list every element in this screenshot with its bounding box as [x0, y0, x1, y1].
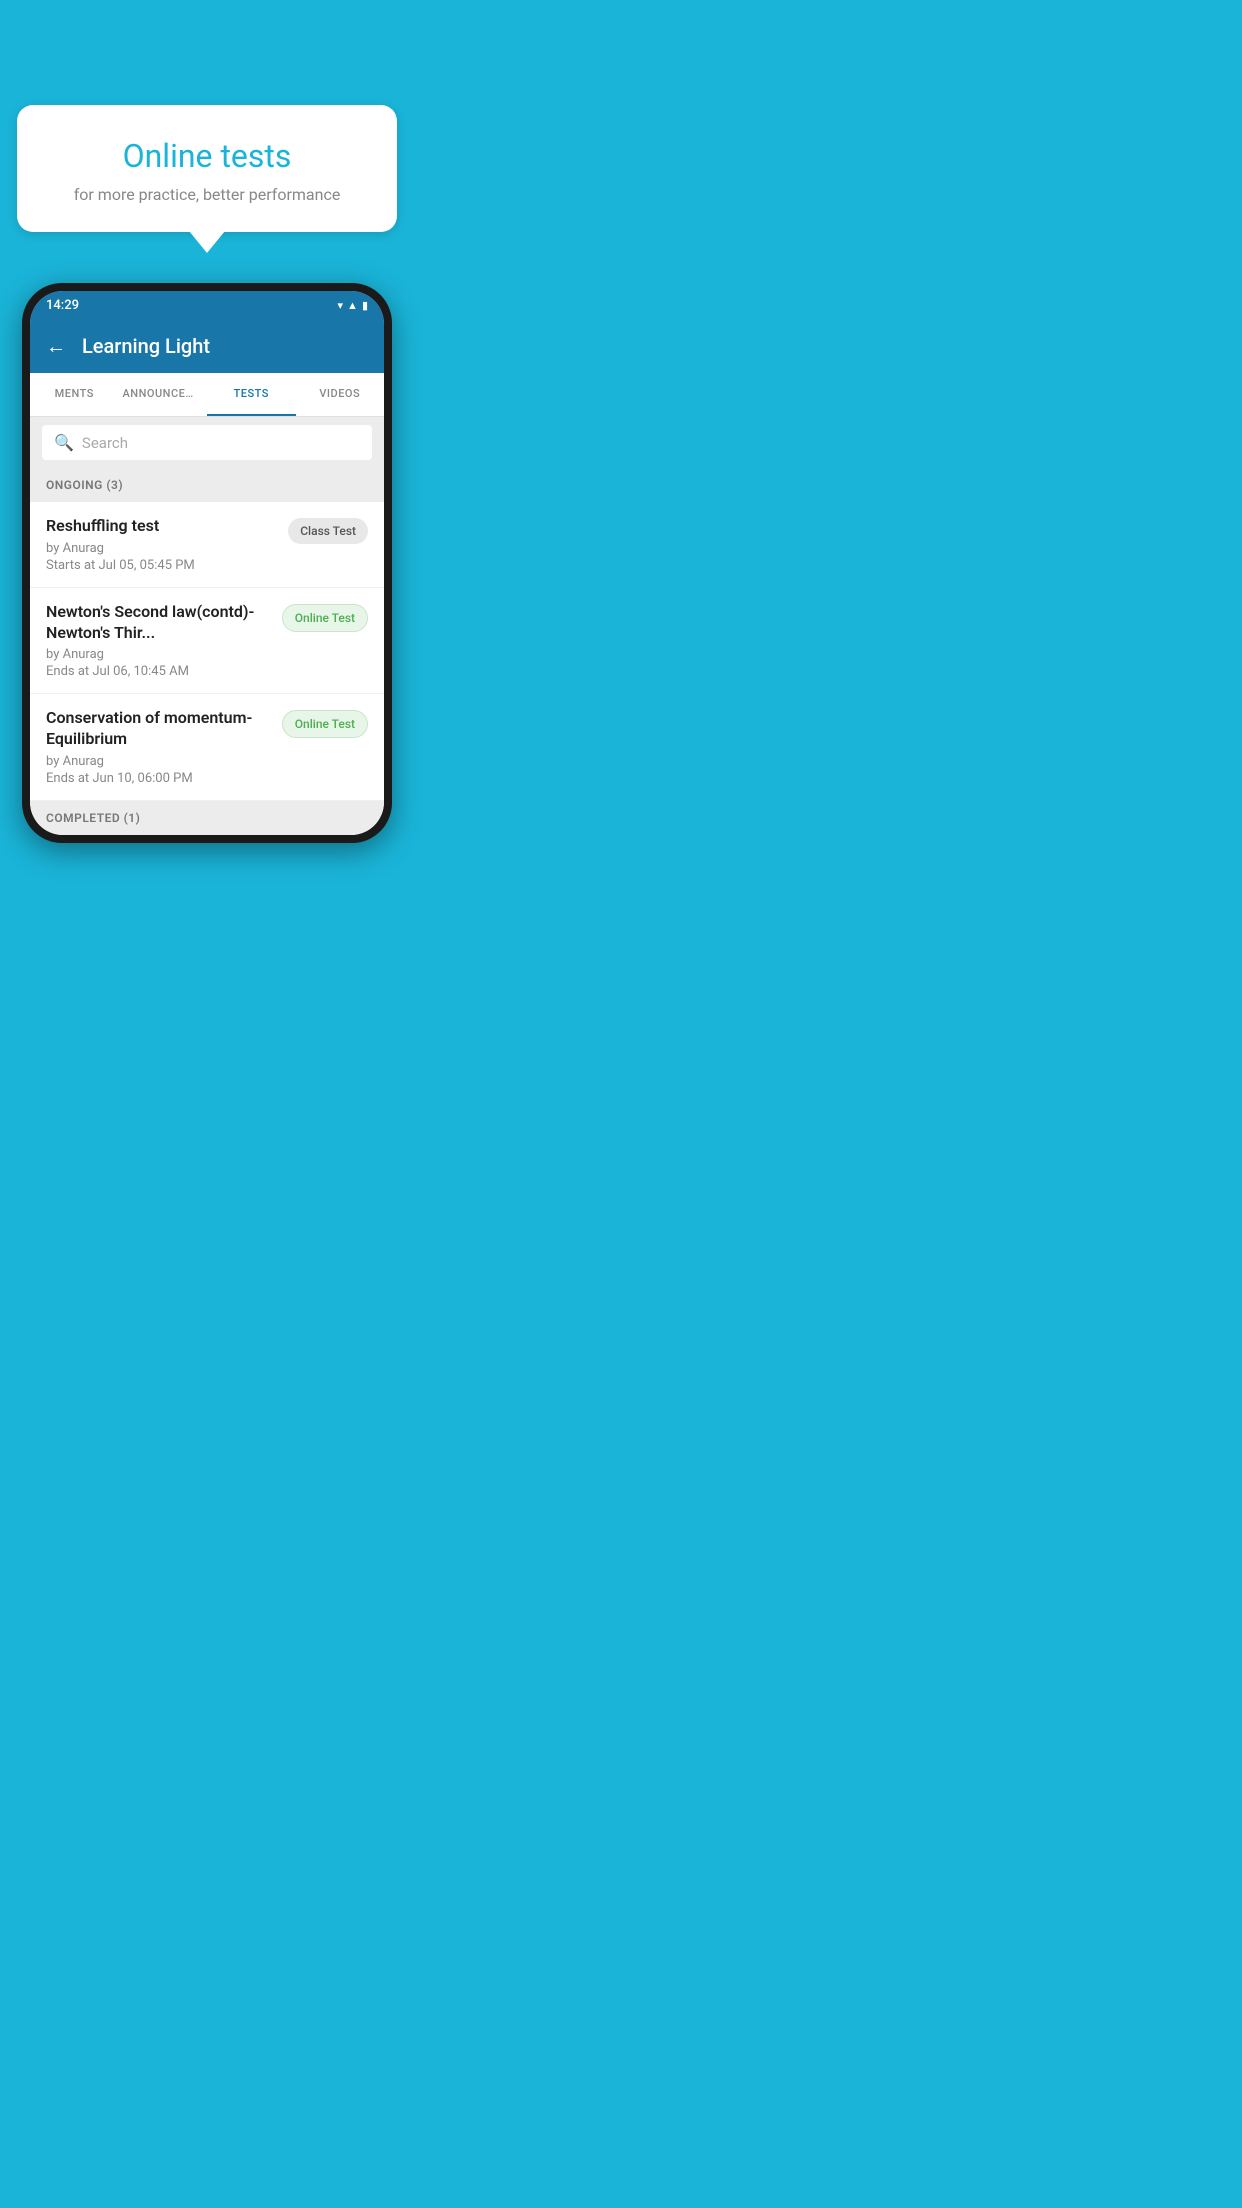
bubble-subtitle: for more practice, better performance: [47, 185, 367, 204]
ongoing-section-header: ONGOING (3): [30, 468, 384, 502]
test-date: Starts at Jul 05, 05:45 PM: [46, 558, 278, 573]
tab-tests[interactable]: TESTS: [207, 373, 296, 416]
test-author: by Anurag: [46, 541, 278, 556]
search-box[interactable]: 🔍 Search: [42, 425, 372, 460]
back-button[interactable]: ←: [46, 334, 66, 359]
search-icon: 🔍: [54, 433, 74, 452]
test-info: Newton's Second law(contd)-Newton's Thir…: [46, 602, 272, 680]
search-placeholder-text: Search: [82, 434, 128, 452]
test-date: Ends at Jul 06, 10:45 AM: [46, 664, 272, 679]
test-item[interactable]: Reshuffling test by Anurag Starts at Jul…: [30, 502, 384, 588]
wifi-icon: ▾: [338, 299, 344, 312]
test-author: by Anurag: [46, 754, 272, 769]
signal-icon: ▲: [347, 299, 358, 312]
test-badge-online: Online Test: [282, 604, 368, 632]
phone-frame: 14:29 ▾ ▲ ▮ ← Learning Light MENTS ANNOU…: [22, 283, 392, 843]
test-author: by Anurag: [46, 647, 272, 662]
search-container: 🔍 Search: [30, 417, 384, 468]
app-bar: ← Learning Light: [30, 319, 384, 373]
test-title: Reshuffling test: [46, 516, 278, 537]
test-date: Ends at Jun 10, 06:00 PM: [46, 771, 272, 786]
test-title: Conservation of momentum-Equilibrium: [46, 708, 272, 750]
app-bar-title: Learning Light: [82, 334, 210, 358]
status-time: 14:29: [46, 298, 79, 313]
completed-section-header: COMPLETED (1): [30, 801, 384, 835]
tab-ments[interactable]: MENTS: [30, 373, 119, 416]
status-icons: ▾ ▲ ▮: [338, 299, 368, 312]
test-info: Conservation of momentum-Equilibrium by …: [46, 708, 272, 786]
tab-announcements[interactable]: ANNOUNCEMENTS: [119, 373, 208, 416]
test-list: Reshuffling test by Anurag Starts at Jul…: [30, 502, 384, 801]
tabs-bar: MENTS ANNOUNCEMENTS TESTS VIDEOS: [30, 373, 384, 417]
bubble-title: Online tests: [47, 137, 367, 175]
phone-screen: 14:29 ▾ ▲ ▮ ← Learning Light MENTS ANNOU…: [30, 291, 384, 835]
tab-videos[interactable]: VIDEOS: [296, 373, 385, 416]
test-badge-class: Class Test: [288, 518, 368, 544]
speech-bubble: Online tests for more practice, better p…: [17, 105, 397, 232]
test-title: Newton's Second law(contd)-Newton's Thir…: [46, 602, 272, 644]
speech-bubble-container: Online tests for more practice, better p…: [17, 105, 397, 253]
bubble-tail: [189, 231, 225, 253]
test-badge-online-2: Online Test: [282, 710, 368, 738]
test-info: Reshuffling test by Anurag Starts at Jul…: [46, 516, 278, 573]
battery-icon: ▮: [362, 299, 368, 312]
test-item[interactable]: Newton's Second law(contd)-Newton's Thir…: [30, 588, 384, 695]
test-item[interactable]: Conservation of momentum-Equilibrium by …: [30, 694, 384, 801]
status-bar: 14:29 ▾ ▲ ▮: [30, 291, 384, 319]
